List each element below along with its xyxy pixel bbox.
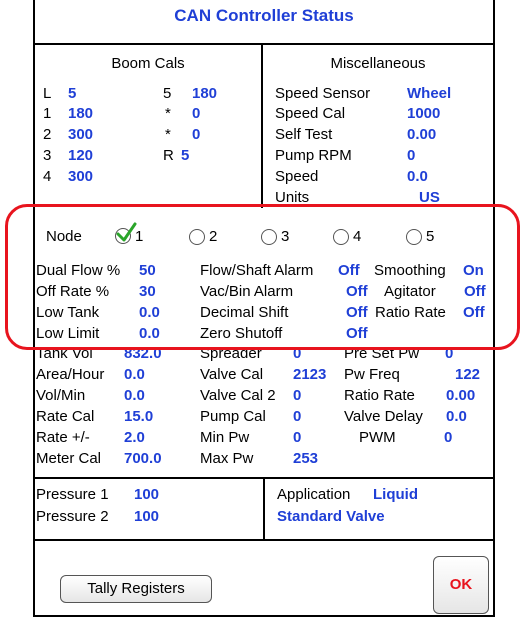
boom-value: 5 xyxy=(68,85,77,102)
boom-value: 0 xyxy=(192,105,201,122)
ok-button[interactable]: OK xyxy=(433,556,489,614)
misc-label: Speed Cal xyxy=(275,105,346,122)
boom-value: 120 xyxy=(68,147,94,164)
lower-label: Pump Cal xyxy=(200,408,266,425)
lower-label: Min Pw xyxy=(200,429,250,446)
boom-value: 180 xyxy=(68,105,94,122)
highlight-outline xyxy=(5,204,520,350)
divider xyxy=(35,539,493,541)
pressure-value: 100 xyxy=(134,508,160,525)
boom-value: 300 xyxy=(68,168,94,185)
lower-value: 2.0 xyxy=(124,429,145,446)
divider xyxy=(263,477,265,539)
boom-label: R xyxy=(163,147,174,164)
lower-label: Rate Cal xyxy=(36,408,95,425)
lower-label: PWM xyxy=(359,429,396,446)
boom-value: 5 xyxy=(181,147,190,164)
boom-value: 180 xyxy=(192,85,218,102)
lower-label: Pw Freq xyxy=(344,366,400,383)
boom-cals-heading: Boom Cals xyxy=(111,55,185,72)
lower-value: 0 xyxy=(293,408,302,425)
boom-label: 1 xyxy=(43,105,52,122)
misc-value: 0.00 xyxy=(407,126,437,143)
misc-label: Speed xyxy=(275,168,319,185)
lower-value: 700.0 xyxy=(124,450,162,467)
lower-value: 253 xyxy=(293,450,319,467)
lower-value: 2123 xyxy=(293,366,327,383)
lower-label: Valve Cal 2 xyxy=(200,387,276,404)
boom-label: 3 xyxy=(43,147,52,164)
lower-value: 0.0 xyxy=(446,408,467,425)
lower-value: 15.0 xyxy=(124,408,154,425)
misc-label: Pump RPM xyxy=(275,147,352,164)
lower-label: Area/Hour xyxy=(36,366,105,383)
boom-value: 300 xyxy=(68,126,94,143)
misc-value: Wheel xyxy=(407,85,452,102)
valve-type: Standard Valve xyxy=(277,508,385,525)
lower-value: 0.0 xyxy=(124,387,145,404)
lower-label: Ratio Rate xyxy=(344,387,415,404)
lower-label: Rate +/- xyxy=(36,429,90,446)
boom-label: * xyxy=(165,126,171,143)
lower-label: Meter Cal xyxy=(36,450,102,467)
boom-label: * xyxy=(165,105,171,122)
boom-label: 2 xyxy=(43,126,52,143)
misc-heading: Miscellaneous xyxy=(330,55,426,72)
pressure-label: Pressure 1 xyxy=(36,486,109,503)
pressure-value: 100 xyxy=(134,486,160,503)
misc-value: 0.0 xyxy=(407,168,428,185)
misc-value: 1000 xyxy=(407,105,441,122)
misc-label: Units xyxy=(275,189,310,203)
misc-label: Speed Sensor xyxy=(275,85,371,102)
boom-label: 5 xyxy=(163,85,172,102)
misc-value: US xyxy=(419,189,440,203)
lower-value: 0.0 xyxy=(124,366,145,383)
tally-registers-button[interactable]: Tally Registers xyxy=(60,575,212,603)
application-value: Liquid xyxy=(373,486,418,503)
lower-label: Valve Cal xyxy=(200,366,264,383)
lower-label: Max Pw xyxy=(200,450,254,467)
lower-value: 0 xyxy=(293,387,302,404)
misc-label: Self Test xyxy=(275,126,333,143)
pressure-label: Pressure 2 xyxy=(36,508,109,525)
boom-label: 4 xyxy=(43,168,52,185)
boom-value: 0 xyxy=(192,126,201,143)
lower-value: 0 xyxy=(293,429,302,446)
page-title: CAN Controller Status xyxy=(174,6,354,25)
lower-label: Vol/Min xyxy=(36,387,86,404)
lower-value: 0 xyxy=(444,429,453,446)
lower-value: 0.00 xyxy=(446,387,476,404)
divider xyxy=(35,43,493,45)
misc-value: 0 xyxy=(407,147,416,164)
lower-value: 122 xyxy=(455,366,481,383)
boom-label: L xyxy=(43,85,52,102)
lower-label: Valve Delay xyxy=(344,408,423,425)
application-label: Application xyxy=(277,486,351,503)
